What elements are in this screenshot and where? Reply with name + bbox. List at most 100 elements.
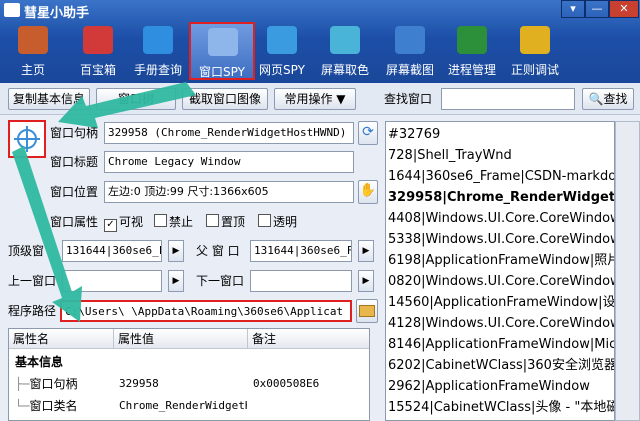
tree-line-icon: └─ (15, 399, 30, 413)
prev-window-label: 上一窗口 (8, 274, 57, 288)
crosshair-window-icon (208, 28, 238, 56)
list-item[interactable]: 2962|ApplicationFrameWindow (388, 376, 590, 398)
folder-icon[interactable] (356, 299, 378, 323)
next-window-label: 下一窗口 (196, 274, 245, 288)
window-handle-label: 窗口句柄 (50, 126, 99, 140)
play-arrow-icon[interactable]: ▶ (358, 270, 374, 292)
toolbar-button-label: 屏幕截图 (385, 63, 434, 77)
window-title-field[interactable]: Chrome Legacy Window (104, 151, 354, 173)
list-item[interactable]: 4128|Windows.UI.Core.CoreWindow|M (388, 313, 614, 335)
table-row[interactable]: ├─窗口句柄 (15, 373, 77, 395)
window-attr-label: 窗口属性 (50, 215, 99, 229)
play-arrow-icon[interactable]: ▶ (168, 240, 184, 262)
list-item[interactable]: 15524|CabinetWClass|头像 - "本地磁盘 (388, 397, 614, 419)
scrollbar[interactable] (615, 121, 640, 421)
attr-disabled-checkbox[interactable]: 禁止 (154, 211, 193, 233)
checkbox-icon (258, 214, 271, 227)
process-icon (457, 26, 487, 54)
top-window-field[interactable]: 131644|360se6_Fr (62, 240, 162, 262)
refresh-icon[interactable]: ⟳ (358, 121, 378, 145)
toolbar-button-label: 手册查询 (133, 63, 182, 77)
toolbar-button-6[interactable]: 屏幕截图 (380, 22, 440, 80)
app-logo-icon (4, 3, 20, 17)
toolbar-button-2[interactable]: 手册查询 (128, 22, 188, 80)
capture-window-image-button[interactable]: 截取窗口图像 (182, 88, 268, 110)
list-item[interactable]: 14560|ApplicationFrameWindow|设置 (388, 292, 614, 314)
toolbar-button-label: 网页SPY (259, 63, 305, 77)
list-item[interactable]: 6202|CabinetWClass|360安全浏览器下载 (388, 355, 614, 377)
attr-topmost-label: 置顶 (221, 215, 246, 229)
list-item[interactable]: #32769 (388, 124, 440, 146)
attr-topmost-checkbox[interactable]: 置顶 (206, 211, 245, 233)
list-item[interactable]: 5338|Windows.UI.Core.CoreWindow|照 (388, 229, 614, 251)
close-button[interactable]: ✕ (609, 0, 639, 18)
toolbar-button-1[interactable]: 百宝箱 (68, 22, 128, 80)
list-item[interactable]: 8146|ApplicationFrameWindow|Micro (388, 334, 614, 356)
attr-disabled-label: 禁止 (169, 215, 194, 229)
toolbar-button-8[interactable]: 正则调试 (505, 22, 565, 80)
checkbox-checked-icon: ✓ (104, 219, 117, 232)
find-window-input[interactable] (441, 88, 575, 110)
prev-window-field[interactable] (62, 270, 162, 292)
toolbar-button-label: 百宝箱 (79, 63, 116, 77)
window-tree-button[interactable]: 窗口树 (96, 88, 176, 110)
window-handle-field[interactable]: 329958 (Chrome_RenderWidgetHostHWND) (104, 122, 354, 144)
row-name: 窗口类名 (29, 399, 78, 413)
toolbar-button-label: 进程管理 (447, 63, 496, 77)
column-header-note[interactable]: 备注 (248, 329, 369, 349)
copy-basic-info-button[interactable]: 复制基本信息 (8, 88, 90, 110)
program-path-field[interactable]: C:\Users\ \AppData\Roaming\360se6\Applic… (60, 300, 352, 322)
find-button[interactable]: 🔍查找 (582, 88, 634, 110)
hand-icon[interactable]: ✋ (358, 180, 378, 204)
toolbar-button-label: 主页 (20, 63, 45, 77)
list-item[interactable]: 0820|Windows.UI.Core.CoreWindow|设 (388, 271, 614, 293)
globe-icon (267, 26, 297, 54)
toolbar-button-label: 屏幕取色 (320, 63, 369, 77)
common-ops-label: 常用操作 (284, 92, 333, 106)
window-title-label: 窗口标题 (50, 155, 99, 169)
column-header-name[interactable]: 属性名 (9, 329, 114, 349)
next-window-field[interactable] (250, 270, 352, 292)
toolbar-button-4[interactable]: 网页SPY (252, 22, 312, 80)
cubes-icon (83, 26, 113, 54)
menu-dropdown-button[interactable]: ▾ (561, 0, 585, 18)
toolbar-button-3[interactable]: 窗口SPY (189, 22, 255, 80)
attr-visible-checkbox[interactable]: ✓ 可视 (104, 211, 143, 233)
common-ops-dropdown[interactable]: 常用操作 ▼ (274, 88, 356, 110)
parent-window-field[interactable]: 131644|360se6_Fr (250, 240, 352, 262)
attr-visible-label: 可视 (119, 215, 144, 229)
toolbar-button-7[interactable]: 进程管理 (442, 22, 502, 80)
app-title: 彗星小助手 (24, 6, 90, 21)
attr-transparent-checkbox[interactable]: 透明 (258, 211, 297, 233)
row-note: 0x000508E6 (253, 377, 320, 390)
list-item[interactable]: 329958|Chrome_RenderWidgetHost (388, 187, 614, 209)
find-window-label: 查找窗口 (384, 92, 433, 106)
list-item[interactable]: 6198|ApplicationFrameWindow|照片 (388, 250, 614, 272)
play-arrow-icon[interactable]: ▶ (358, 240, 374, 262)
house-icon (18, 26, 48, 54)
row-value: Chrome_RenderWidgetH (119, 399, 247, 412)
flask-icon (520, 26, 550, 54)
top-window-label: 顶级窗 (8, 244, 45, 258)
checkbox-icon (206, 214, 219, 227)
screenshot-icon (395, 26, 425, 54)
color-picker-icon (330, 26, 360, 54)
list-item[interactable]: 728|Shell_TrayWnd (388, 145, 512, 167)
window-position-label: 窗口位置 (50, 185, 99, 199)
list-item[interactable]: 4408|Windows.UI.Core.CoreWindow|设 (388, 208, 614, 230)
toolbar-button-0[interactable]: 主页 (3, 22, 63, 80)
play-arrow-icon[interactable]: ▶ (168, 270, 184, 292)
row-value: 329958 (119, 377, 159, 390)
property-table: 属性名 属性值 备注 基本信息 ├─窗口句柄 329958 0x000508E6… (8, 328, 370, 421)
minimize-button[interactable]: — (585, 0, 609, 18)
window-tree-list[interactable]: #32769 728|Shell_TrayWnd 1644|360se6_Frame… (385, 121, 615, 421)
crosshair-icon (14, 126, 40, 152)
window-position-field[interactable]: 左边:0 顶边:99 尺寸:1366x605 (104, 181, 354, 203)
list-item[interactable]: 1644|360se6_Frame|CSDN-markdown编 (388, 166, 614, 188)
column-header-value[interactable]: 属性值 (114, 329, 248, 349)
toolbar-button-5[interactable]: 屏幕取色 (315, 22, 375, 80)
spy-crosshair-target[interactable] (8, 120, 46, 158)
help-icon (143, 26, 173, 54)
parent-window-label: 父 窗 口 (196, 244, 240, 258)
table-row[interactable]: └─窗口类名 (15, 395, 77, 417)
